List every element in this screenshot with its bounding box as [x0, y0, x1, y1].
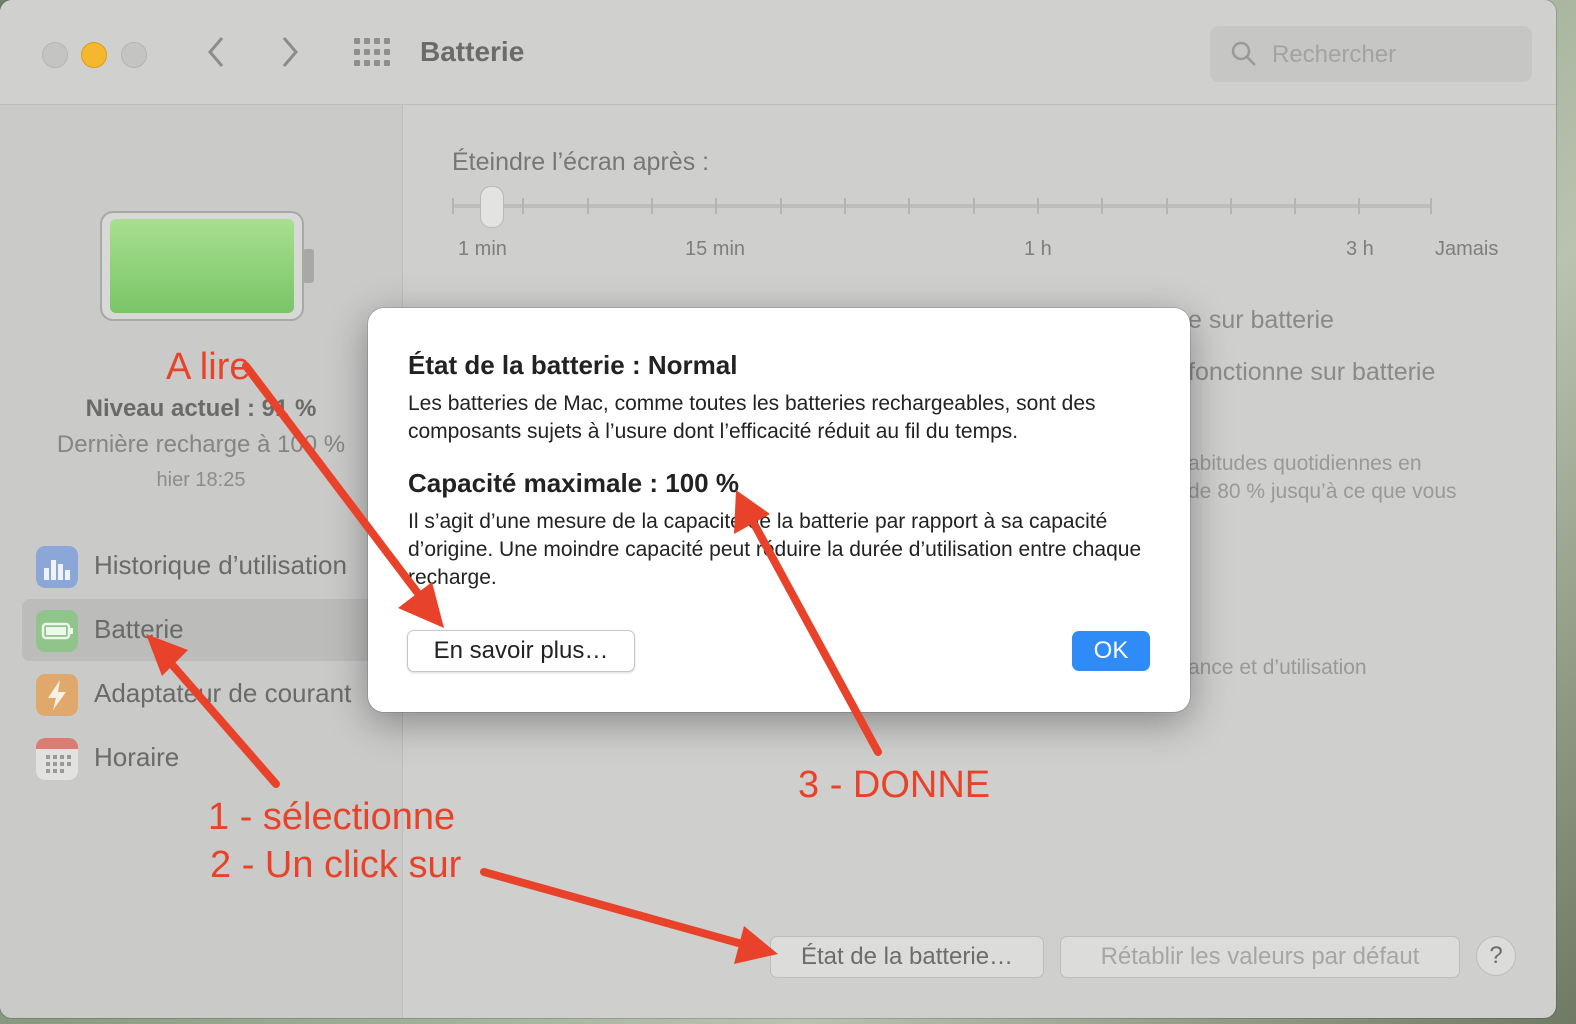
slider-tick-label: 15 min — [685, 238, 746, 260]
slider-tick — [1230, 198, 1232, 214]
battery-level-text: Niveau actuel : 91 % — [85, 395, 317, 422]
slider-tick — [844, 198, 846, 214]
sidebar-item-schedule[interactable]: Horaire — [22, 727, 392, 789]
slider-tick — [522, 198, 524, 214]
ok-button[interactable]: OK — [1072, 631, 1150, 671]
help-button[interactable]: ? — [1476, 936, 1516, 976]
annotation-step2: 2 - Un click sur — [210, 844, 462, 886]
slider-tick — [452, 198, 454, 214]
annotation-step3: 3 - DONNE — [798, 764, 991, 806]
battery-icon — [36, 610, 78, 652]
slider-tick-label: 1 min — [458, 238, 507, 260]
minimize-window-button[interactable] — [81, 42, 107, 68]
dialog-heading-capacity: Capacité maximale : 100 % — [408, 468, 739, 498]
sidebar-item-label: Historique d’utilisation — [94, 550, 347, 580]
learn-more-button[interactable]: En savoir plus… — [407, 630, 635, 672]
option-text-partial: fonctionne sur batterie — [1188, 358, 1436, 386]
option-desc-partial: abitudes quotidiennes en — [1188, 452, 1422, 475]
slider-knob[interactable] — [480, 186, 504, 228]
slider-tick — [973, 198, 975, 214]
battery-health-button[interactable]: État de la batterie… — [770, 936, 1044, 978]
search-field[interactable] — [1210, 26, 1532, 82]
slider-tick — [651, 198, 653, 214]
slider-tick — [1294, 198, 1296, 214]
annotation-step1: 1 - sélectionne — [208, 796, 456, 838]
slider-tick — [1430, 198, 1432, 214]
back-arrow-icon[interactable] — [204, 34, 228, 76]
dialog-heading-state: État de la batterie : Normal — [408, 350, 738, 380]
display-off-slider[interactable] — [452, 204, 1432, 208]
sidebar-item-label: Batterie — [94, 614, 184, 644]
bar-chart-icon — [36, 546, 78, 588]
show-all-grid-icon[interactable] — [354, 38, 390, 68]
option-desc-partial: ance et d’utilisation — [1188, 656, 1367, 679]
lightning-icon — [36, 674, 78, 716]
slider-tick — [1101, 198, 1103, 214]
slider-tick-label: 1 h — [1024, 238, 1052, 260]
zoom-window-button[interactable] — [121, 42, 147, 68]
sidebar-item-label: Adaptateur de courant — [94, 678, 352, 708]
slider-tick-label: Jamais — [1435, 238, 1499, 260]
slider-tick — [1037, 198, 1039, 214]
forward-arrow-icon[interactable] — [278, 34, 302, 76]
search-icon — [1231, 41, 1256, 66]
annotation-a-lire: A lire — [166, 346, 251, 388]
slider-tick — [908, 198, 910, 214]
slider-tick — [1166, 198, 1168, 214]
search-input[interactable] — [1270, 36, 1524, 74]
last-charge-text: Dernière recharge à 100 % — [56, 431, 346, 458]
sidebar-item-usage-history[interactable]: Historique d’utilisation — [22, 535, 392, 597]
dialog-paragraph-capacity: Il s’agit d’une mesure de la capacité de… — [408, 510, 1142, 589]
option-text-partial: e sur batterie — [1188, 306, 1334, 334]
calendar-icon — [36, 738, 78, 780]
option-desc-partial: de 80 % jusqu’à ce que vous — [1188, 480, 1457, 503]
slider-tick — [780, 198, 782, 214]
restore-defaults-button[interactable]: Rétablir les valeurs par défaut — [1060, 936, 1460, 978]
slider-tick — [1358, 198, 1360, 214]
slider-tick — [587, 198, 589, 214]
sidebar-item-battery[interactable]: Batterie — [22, 599, 392, 661]
slider-tick-label: 3 h — [1346, 238, 1374, 260]
title-bar: Batterie — [0, 0, 1556, 105]
battery-level-icon — [100, 211, 314, 321]
slider-tick — [715, 198, 717, 214]
dialog-paragraph-state: Les batteries de Mac, comme toutes les b… — [408, 392, 1096, 443]
window-title: Batterie — [420, 36, 525, 67]
sidebar-item-label: Horaire — [94, 742, 180, 772]
battery-health-dialog: État de la batterie : Normal Les batteri… — [368, 308, 1190, 712]
display-off-label: Éteindre l’écran après : — [452, 148, 710, 176]
sidebar-item-power-adapter[interactable]: Adaptateur de courant — [22, 663, 392, 725]
last-charge-time: hier 18:25 — [156, 469, 246, 491]
close-window-button[interactable] — [42, 42, 68, 68]
